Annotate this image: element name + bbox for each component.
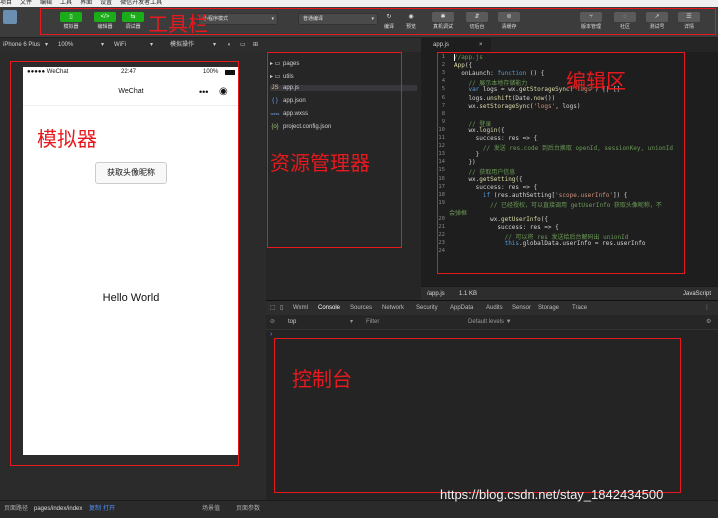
- device-select[interactable]: iPhone 6 Plus: [3, 38, 40, 52]
- menu-item[interactable]: 编辑: [40, 0, 52, 6]
- app-avatar[interactable]: [3, 10, 17, 24]
- more-icon[interactable]: ⋮: [704, 301, 710, 315]
- status-size: 1.1 KB: [459, 291, 478, 297]
- console-prompt[interactable]: ›: [270, 331, 272, 338]
- zoom-select[interactable]: 100%: [58, 38, 73, 52]
- explorer-header: [266, 38, 421, 52]
- levels-select[interactable]: Default levels ▼: [468, 315, 512, 329]
- menu-item[interactable]: 界面: [80, 0, 92, 6]
- devtools-tab[interactable]: Wxml: [293, 301, 308, 315]
- console-annotation-box: [274, 338, 681, 493]
- network-select[interactable]: WiFi: [114, 38, 126, 52]
- simulator-annotation-box: [10, 61, 239, 466]
- toolbar-annotation-label: 工具栏: [148, 12, 208, 36]
- gear-icon[interactable]: ⚙: [706, 315, 711, 329]
- watermark-text: https://blog.csdn.net/stay_1842434500: [440, 487, 664, 502]
- device-icon[interactable]: ▯: [280, 301, 283, 315]
- status-language[interactable]: JavaScript: [683, 287, 711, 301]
- chevron-down-icon: ▾: [150, 42, 154, 48]
- menu-item[interactable]: 工具: [60, 0, 72, 6]
- devtools-tab[interactable]: AppData: [450, 301, 473, 315]
- scene-label[interactable]: 场景值: [202, 501, 220, 518]
- devtools-tab[interactable]: Console: [318, 301, 341, 316]
- chevron-down-icon: ▾: [213, 42, 217, 48]
- close-icon[interactable]: ×: [479, 38, 483, 52]
- devtools-tab[interactable]: Sensor: [512, 301, 531, 315]
- tab-label: app.js: [433, 42, 450, 48]
- devtools-tab[interactable]: Audits: [486, 301, 503, 315]
- menu-item[interactable]: 文件: [20, 0, 32, 6]
- editor-annotation-box: [437, 52, 685, 274]
- simulator-annotation-label: 模拟器: [37, 127, 97, 151]
- filter-input[interactable]: Filter: [366, 315, 379, 329]
- window-icon[interactable]: ▭: [240, 38, 246, 52]
- page-params-label[interactable]: 页面参数: [236, 501, 260, 518]
- tab-app-js[interactable]: app.js ×: [421, 38, 491, 52]
- chevron-down-icon: ▾: [350, 319, 354, 325]
- page-path-value: pages/index/index: [34, 506, 83, 512]
- split-icon[interactable]: ⊞: [253, 38, 258, 52]
- devtools-tab[interactable]: Storage: [538, 301, 559, 315]
- editor-tab-bar: app.js ×: [421, 38, 718, 52]
- audio-icon[interactable]: ◖: [227, 38, 231, 52]
- editor-annotation-label: 编辑区: [566, 69, 626, 93]
- devtools-tab-bar: ⬚ ▯ Wxml Console Sources Network Security App…: [266, 301, 718, 316]
- clear-console-icon[interactable]: ⊘: [270, 315, 275, 329]
- context-select[interactable]: top: [288, 315, 296, 329]
- toolbar-annotation-box: [40, 8, 716, 35]
- bottom-status-bar: 页面路径 pages/index/index 复制 打开 场景值 页面参数: [0, 500, 718, 518]
- console-annotation-label: 控制台: [292, 367, 352, 391]
- explorer-annotation-label: 资源管理器: [270, 151, 370, 175]
- console-filter-bar: ⊘ top ▾ Filter Default levels ▼ ⚙: [266, 315, 718, 330]
- inspect-icon[interactable]: ⬚: [270, 301, 276, 315]
- status-path: /app.js: [427, 291, 445, 297]
- copy-link[interactable]: 复制: [89, 501, 101, 518]
- devtools-tab[interactable]: Security: [416, 301, 438, 315]
- chevron-down-icon: ▾: [45, 42, 49, 48]
- menu-item[interactable]: 微信开发者工具: [120, 0, 162, 6]
- devtools-tab[interactable]: Trace: [572, 301, 587, 315]
- menu-bar: 项目 文件 编辑 工具 界面 设置 微信开发者工具: [0, 0, 718, 7]
- devtools-tab[interactable]: Sources: [350, 301, 372, 315]
- page-path-label: 页面路径: [4, 506, 29, 512]
- open-link[interactable]: 打开: [103, 501, 115, 518]
- menu-item[interactable]: 设置: [100, 0, 112, 6]
- menu-item[interactable]: 项目: [0, 0, 12, 6]
- chevron-down-icon: ▾: [101, 42, 105, 48]
- devtools-tab[interactable]: Network: [382, 301, 404, 315]
- sim-ops-select[interactable]: 模拟操作: [170, 38, 194, 52]
- editor-status-bar: /app.js 1.1 KB JavaScript: [421, 286, 718, 301]
